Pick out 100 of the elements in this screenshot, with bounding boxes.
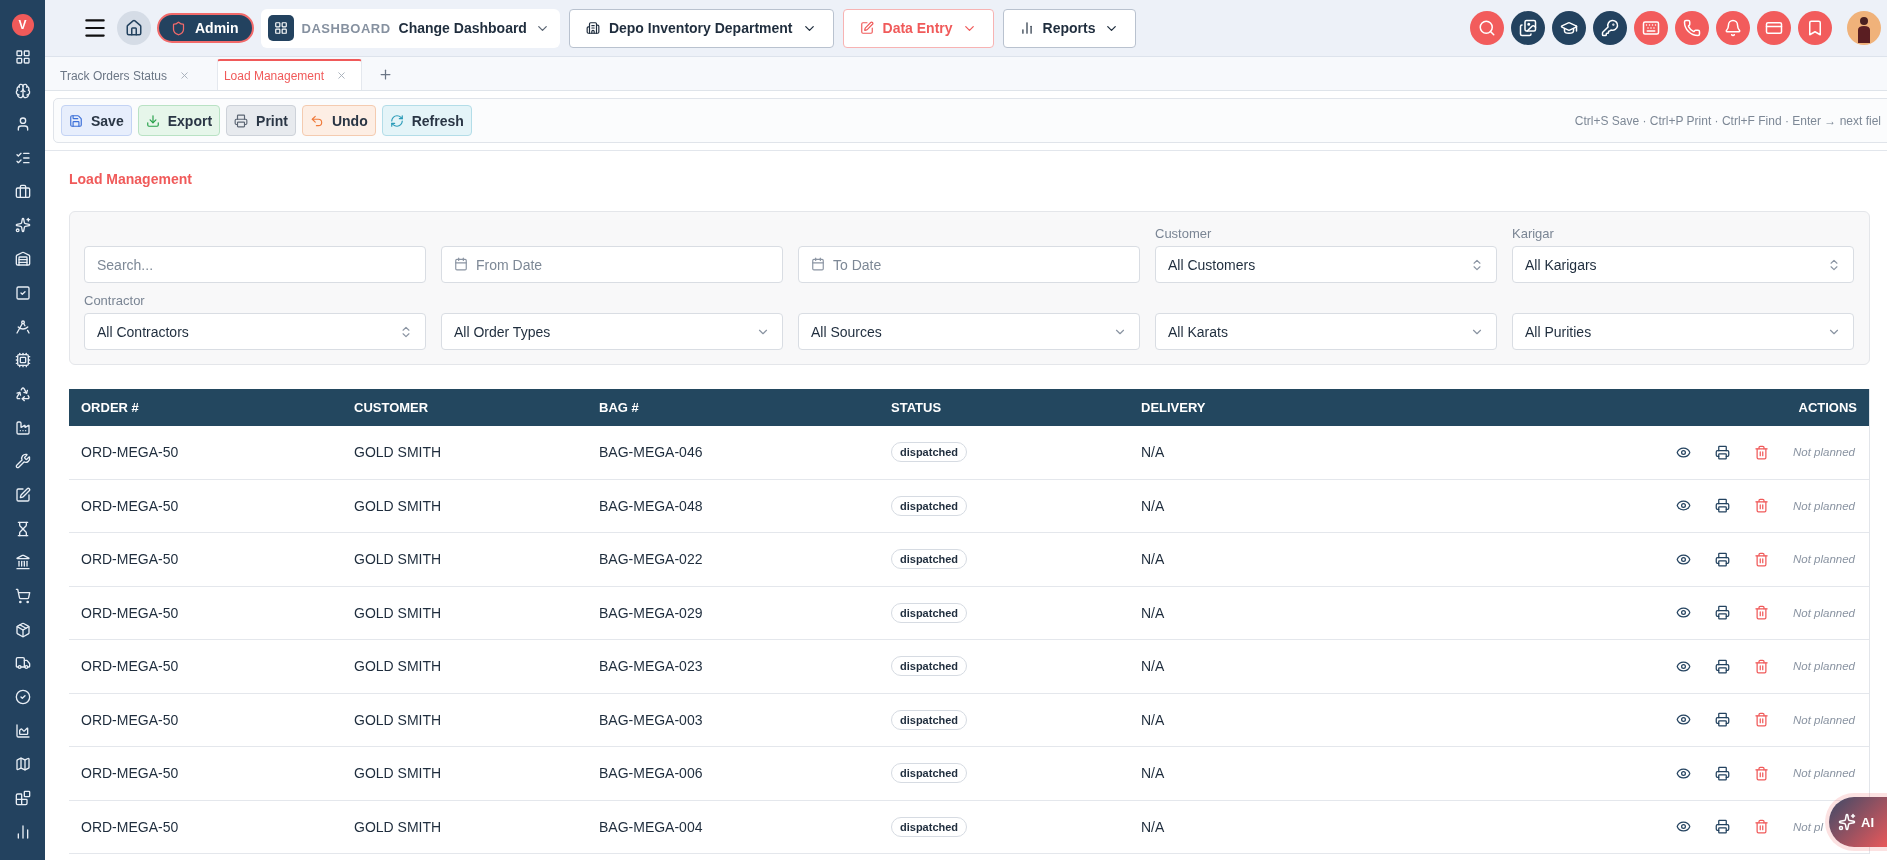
compass-icon[interactable] (14, 318, 31, 335)
printer-icon[interactable] (1715, 551, 1730, 567)
bank-icon[interactable] (14, 554, 31, 571)
bookmark-icon[interactable] (1798, 11, 1832, 45)
home-button[interactable] (117, 11, 151, 45)
dropdown-field[interactable]: All Karats (1155, 313, 1497, 350)
calendar-icon (811, 257, 825, 271)
view-icon[interactable] (1676, 658, 1691, 674)
view-icon[interactable] (1676, 765, 1691, 781)
table-cell-text: BAG-MEGA-003 (599, 711, 704, 728)
role-button[interactable]: Admin (157, 13, 254, 43)
column-header: ORDER # (81, 400, 140, 415)
toolbar-button[interactable]: Export (137, 105, 221, 136)
trash-icon[interactable] (1754, 658, 1769, 674)
printer-icon[interactable] (1715, 444, 1730, 460)
view-icon[interactable] (1676, 605, 1691, 621)
ai-button[interactable]: AI (1829, 797, 1887, 847)
view-icon[interactable] (1676, 712, 1691, 728)
trash-icon[interactable] (1754, 444, 1769, 460)
table-cell-text: GOLD SMITH (354, 658, 443, 675)
table-cell-text: N/A (1141, 818, 1166, 835)
grid-icon[interactable] (14, 49, 31, 65)
avatar[interactable] (1847, 11, 1881, 45)
blocks-icon[interactable] (14, 790, 31, 807)
dropdown-field[interactable]: All Order Types (441, 313, 783, 350)
view-icon[interactable] (1676, 819, 1691, 835)
toolbar-button[interactable]: Print (226, 105, 296, 136)
images-icon[interactable] (1511, 11, 1545, 45)
printer-icon[interactable] (1715, 605, 1730, 621)
brain-icon[interactable] (14, 82, 31, 99)
select-field[interactable]: All Karigars (1512, 246, 1854, 283)
check-circle-icon[interactable] (14, 689, 31, 706)
table-cell-text: GOLD SMITH (354, 551, 443, 568)
planning-note: Not planned (1793, 499, 1856, 512)
status-badge: dispatched (891, 549, 968, 570)
planning-note: Not planned (1793, 446, 1856, 459)
toolbar-button[interactable]: Save (61, 105, 132, 136)
recycle-icon[interactable] (14, 385, 31, 402)
add-tab-icon[interactable] (378, 67, 393, 82)
dashboard-label: DASHBOARD (301, 20, 391, 36)
printer-icon[interactable] (1715, 765, 1730, 781)
bell-icon[interactable] (1716, 11, 1750, 45)
table-cell-text: BAG-MEGA-046 (599, 444, 704, 461)
toolbar-button[interactable]: Undo (301, 105, 376, 136)
search-field[interactable]: Search... (84, 246, 426, 283)
dropdown-field[interactable]: All Sources (798, 313, 1140, 350)
chip-icon[interactable] (14, 352, 31, 369)
cart-icon[interactable] (14, 588, 31, 604)
card-icon[interactable] (1757, 11, 1791, 45)
select-field[interactable]: All Contractors (84, 313, 426, 350)
shield-icon (171, 20, 186, 36)
table-cell-text: N/A (1141, 765, 1166, 782)
table-cell-text: N/A (1141, 604, 1166, 621)
truck-icon[interactable] (14, 655, 31, 672)
toolbar-button[interactable]: Refresh (381, 105, 472, 136)
status-badge: dispatched (891, 656, 968, 677)
date-field[interactable]: From Date (441, 246, 783, 283)
printer-icon[interactable] (1715, 658, 1730, 674)
phone-icon[interactable] (1675, 11, 1709, 45)
graduation-cap-icon[interactable] (1552, 11, 1586, 45)
dropdown-field[interactable]: All Purities (1512, 313, 1854, 350)
trash-icon[interactable] (1754, 819, 1769, 835)
key-icon[interactable] (1593, 11, 1627, 45)
trash-icon[interactable] (1754, 605, 1769, 621)
column-header: STATUS (891, 400, 943, 415)
printer-icon[interactable] (1715, 712, 1730, 728)
view-icon[interactable] (1676, 551, 1691, 567)
tab[interactable]: Track Orders Status (53, 59, 205, 90)
package-icon[interactable] (14, 621, 31, 638)
sparkles-icon[interactable] (14, 217, 31, 234)
trash-icon[interactable] (1754, 551, 1769, 567)
warehouse-icon[interactable] (14, 251, 31, 268)
factory-icon[interactable] (14, 419, 31, 436)
trash-icon[interactable] (1754, 765, 1769, 781)
date-field[interactable]: To Date (798, 246, 1140, 283)
trash-icon[interactable] (1754, 712, 1769, 728)
search-icon[interactable] (1470, 11, 1504, 45)
map-icon[interactable] (14, 756, 31, 773)
table-cell-text: N/A (1141, 711, 1166, 728)
table-cell-text: N/A (1141, 444, 1166, 461)
view-icon[interactable] (1676, 498, 1691, 514)
table-cell-text: GOLD SMITH (354, 444, 443, 461)
status-badge: dispatched (891, 602, 968, 623)
download-icon (145, 113, 160, 128)
nav-menu[interactable]: Reports (1002, 8, 1137, 48)
select-field[interactable]: All Customers (1155, 246, 1497, 283)
printer-icon[interactable] (1715, 498, 1730, 514)
briefcase-icon[interactable] (14, 183, 31, 200)
area-chart-icon[interactable] (14, 722, 31, 739)
dashboard-dropdown[interactable]: DASHBOARD Change Dashboard (260, 8, 560, 48)
nav-menu[interactable]: Depo Inventory Department (568, 8, 834, 48)
keyboard-icon[interactable] (1634, 11, 1668, 45)
wrench-icon[interactable] (14, 453, 31, 470)
edit-icon[interactable] (14, 486, 31, 503)
printer-icon[interactable] (1715, 819, 1730, 835)
checkbox-icon[interactable] (14, 284, 31, 301)
trash-icon[interactable] (1754, 498, 1769, 514)
status-badge: dispatched (891, 442, 968, 463)
view-icon[interactable] (1676, 444, 1691, 460)
dashboard-value: Change Dashboard (398, 20, 527, 36)
